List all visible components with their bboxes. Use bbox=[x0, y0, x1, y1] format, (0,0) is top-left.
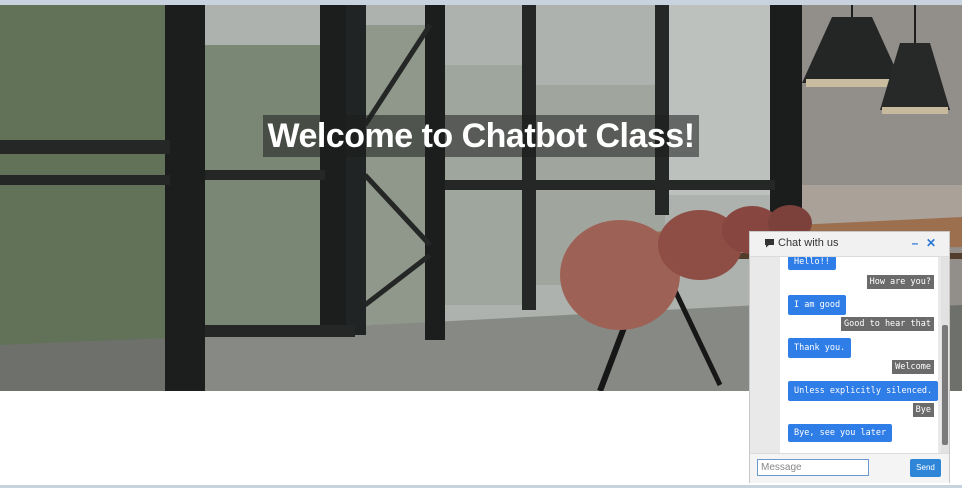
chat-widget[interactable]: Chat with us – ✕ Hello!! How are you? I am… bbox=[749, 231, 950, 483]
user-message: Good to hear that bbox=[841, 317, 934, 331]
speech-bubble-icon bbox=[765, 239, 774, 248]
user-message: Bye bbox=[912, 403, 934, 417]
hero-title: Welcome to Chatbot Class! bbox=[0, 115, 962, 157]
bot-message: Unless explicitly silenced. bbox=[788, 381, 938, 401]
bot-message: Hello!! bbox=[788, 257, 836, 270]
bot-message: Bye, see you later bbox=[788, 424, 893, 442]
user-message: Welcome bbox=[892, 360, 934, 374]
minimize-icon[interactable]: – bbox=[908, 235, 922, 251]
scrollbar-thumb[interactable] bbox=[942, 325, 948, 445]
bot-message: I am good bbox=[788, 295, 847, 315]
message-input[interactable] bbox=[757, 459, 869, 476]
send-button[interactable]: Send bbox=[910, 459, 941, 477]
chat-body: Hello!! How are you? I am good Good to hear… bbox=[750, 257, 949, 453]
message-log[interactable]: Hello!! How are you? I am good Good to hear… bbox=[780, 257, 938, 453]
chat-title: Chat with us bbox=[778, 237, 839, 249]
bot-message: Thank you. bbox=[788, 338, 852, 358]
chat-footer: Send bbox=[750, 453, 949, 483]
user-message: How are you? bbox=[866, 275, 934, 289]
close-icon[interactable]: ✕ bbox=[924, 235, 938, 251]
page-frame: Welcome to Chatbot Class! Chat with us –… bbox=[0, 0, 962, 488]
chat-scrollbar[interactable] bbox=[941, 257, 949, 453]
chat-title-group: Chat with us bbox=[764, 237, 839, 249]
chat-header[interactable]: Chat with us – ✕ bbox=[750, 232, 949, 257]
